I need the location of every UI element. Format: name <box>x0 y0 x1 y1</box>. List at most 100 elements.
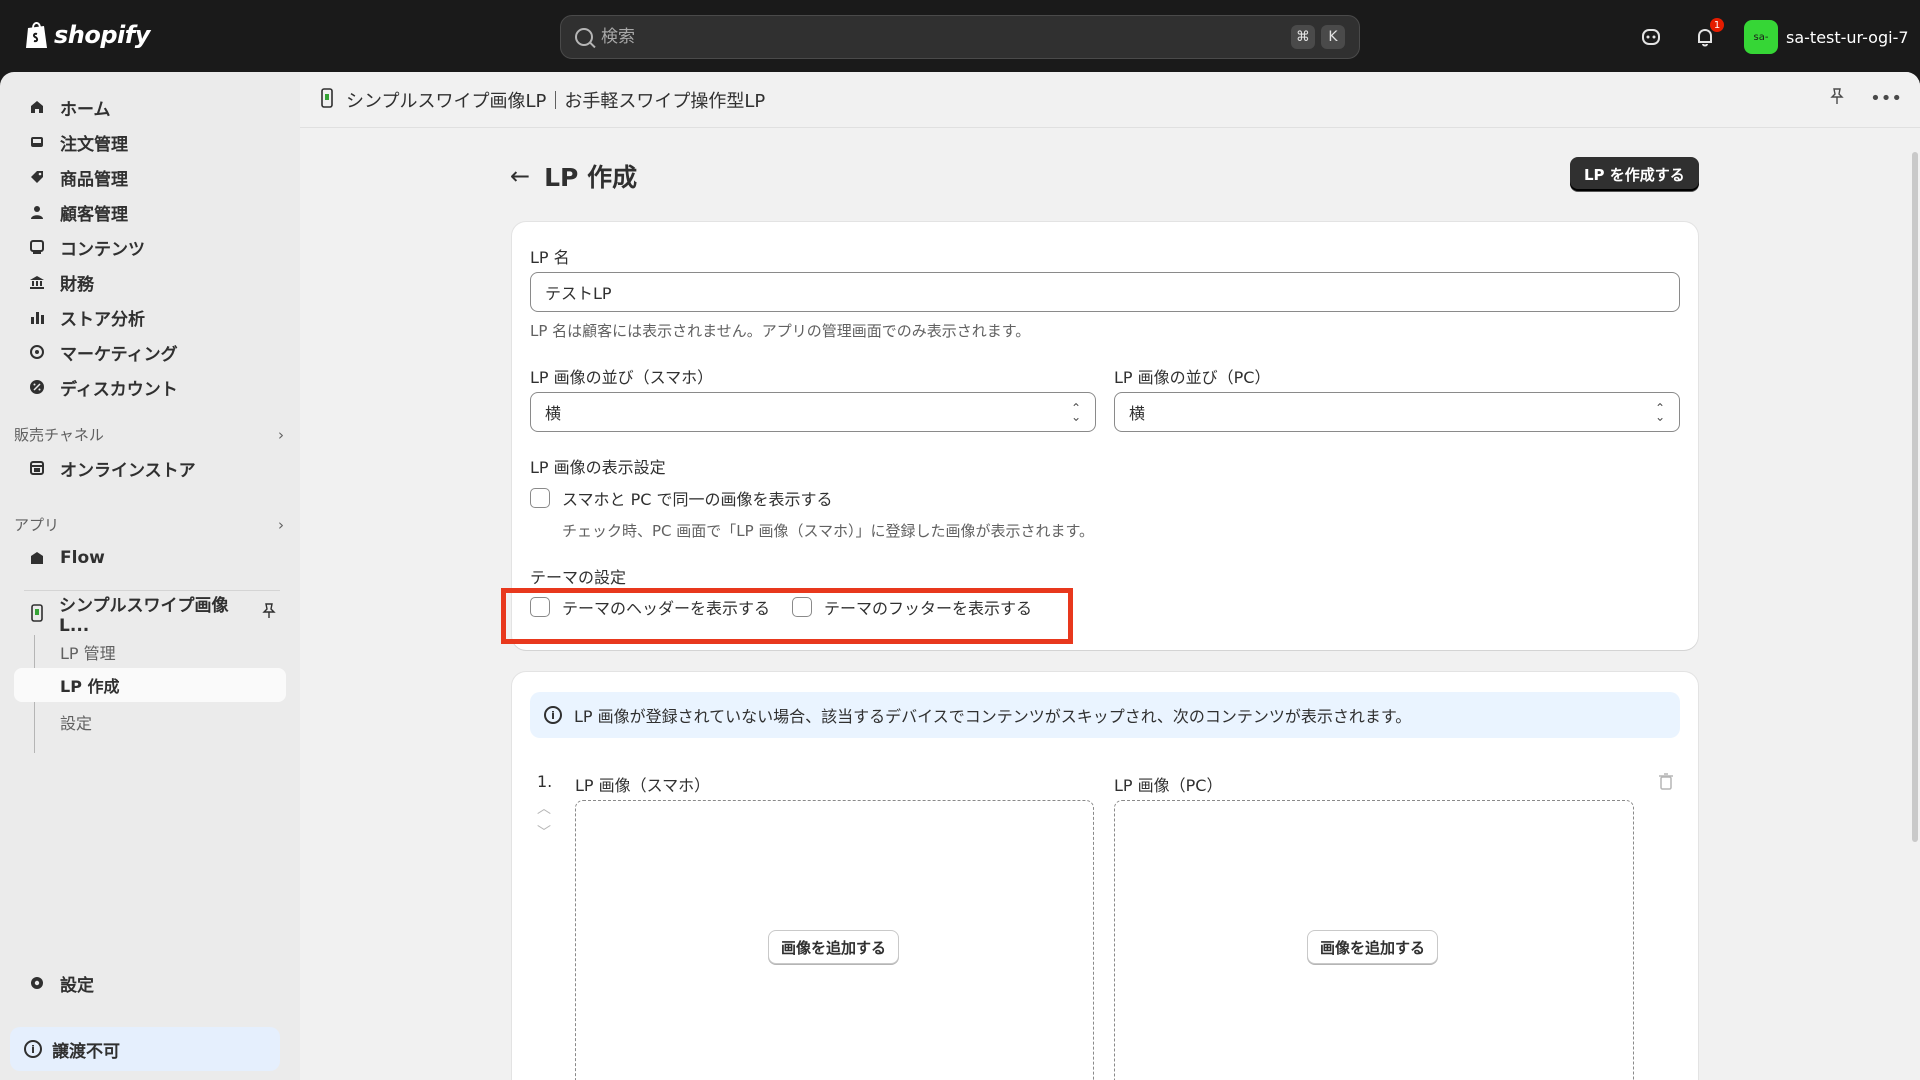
home-icon <box>28 98 46 116</box>
notification-bell-icon[interactable]: 1 <box>1692 18 1724 50</box>
shortcut-k-key: K <box>1321 25 1345 49</box>
add-pc-image-button[interactable]: 画像を追加する <box>1307 930 1439 964</box>
search-icon <box>575 28 593 46</box>
sidebar-subitem-settings[interactable]: 設定 <box>60 710 92 734</box>
pc-image-label: LP 画像（PC） <box>1114 776 1223 795</box>
person-icon <box>28 203 46 221</box>
sidebar-item-label: 商品管理 <box>60 169 128 190</box>
create-lp-button[interactable]: LP を作成する <box>1570 157 1699 191</box>
chevron-right-icon: › <box>278 425 284 444</box>
same-image-help: チェック時、PC 画面で「LP 画像（スマホ）」に登録した画像が表示されます。 <box>562 522 1095 540</box>
discount-icon <box>28 378 46 396</box>
page-title: LP 作成 <box>544 163 638 192</box>
sidebar-item-label: 注文管理 <box>60 134 128 155</box>
sales-channels-section[interactable]: 販売チャネル › <box>14 424 284 445</box>
same-image-option[interactable]: スマホと PC で同一の画像を表示する <box>530 486 833 510</box>
store-avatar: sa- <box>1744 20 1778 54</box>
sidebar-item-finance[interactable]: 財務 <box>14 265 286 299</box>
app-icon <box>320 87 334 112</box>
search-input[interactable] <box>601 27 1285 47</box>
sidebar-item-online-store[interactable]: オンラインストア <box>14 451 286 485</box>
lp-name-field[interactable]: テストLP <box>530 272 1680 312</box>
row-number: 1. <box>537 772 553 791</box>
sidebar-item-label: 顧客管理 <box>60 204 128 225</box>
sp-image-label: LP 画像（スマホ） <box>575 776 711 795</box>
pin-icon[interactable] <box>262 602 276 624</box>
scrollbar[interactable] <box>1912 152 1918 842</box>
select-caret-icon: ⌃ ⌃ <box>1070 401 1081 423</box>
store-icon <box>28 459 46 477</box>
order-pc-value: 横 <box>1129 404 1146 423</box>
back-arrow-icon[interactable]: ← <box>510 162 530 190</box>
shortcut-cmd-key: ⌘ <box>1291 25 1315 49</box>
sidebar-item-label: コンテンツ <box>60 239 145 260</box>
info-banner: i LP 画像が登録されていない場合、該当するデバイスでコンテンツがスキップされ… <box>530 692 1680 738</box>
same-image-label: スマホと PC で同一の画像を表示する <box>562 490 833 509</box>
sidebar-item-content[interactable]: コンテンツ <box>14 230 286 264</box>
chevron-right-icon: › <box>278 515 284 534</box>
store-menu[interactable]: sa- sa-test-ur-ogi-7 <box>1744 20 1909 54</box>
move-down-icon[interactable]: ﹀ <box>537 822 551 842</box>
sidebar-item-customers[interactable]: 顧客管理 <box>14 195 286 229</box>
order-sp-value: 横 <box>545 404 562 423</box>
main-content: シンプルスワイプ画像LP｜お手軽スワイプ操作型LP ••• ← LP 作成 LP… <box>300 72 1920 1080</box>
search-bar[interactable]: ⌘ K <box>560 15 1360 59</box>
sidebar-subitem-lp-create[interactable]: LP 作成 <box>14 668 286 702</box>
top-bar: shopify ⌘ K 1 sa- sa-test-ur-ogi-7 <box>0 0 1920 72</box>
sidebar-item-orders[interactable]: 注文管理 <box>14 125 286 159</box>
sidebar-item-analytics[interactable]: ストア分析 <box>14 300 286 334</box>
target-icon <box>28 343 46 361</box>
display-settings-label: LP 画像の表示設定 <box>530 458 666 477</box>
logo-text: shopify <box>54 21 150 49</box>
sidebar-item-label: 財務 <box>60 274 94 295</box>
sidebar-item-label: ディスカウント <box>60 379 178 400</box>
sidebar-item-label: マーケティング <box>60 344 178 365</box>
move-up-icon[interactable]: ︿ <box>537 798 551 818</box>
add-sp-image-button[interactable]: 画像を追加する <box>768 930 900 964</box>
sidebar-item-label: オンラインストア <box>60 460 196 481</box>
sidebar-item-discounts[interactable]: ディスカウント <box>14 370 286 404</box>
sidebar-item-flow[interactable]: Flow <box>14 541 286 575</box>
sidebar-item-settings[interactable]: 設定 <box>14 966 286 1000</box>
lp-name-label: LP 名 <box>530 248 570 267</box>
order-sp-label: LP 画像の並び（スマホ） <box>530 368 714 387</box>
info-icon: i <box>544 706 562 724</box>
sidebar-item-swipe-app[interactable]: シンプルスワイプ画像L... <box>14 596 286 636</box>
sidebar-item-products[interactable]: 商品管理 <box>14 160 286 194</box>
content-icon <box>28 238 46 256</box>
sidebar-item-label: Flow <box>60 548 105 568</box>
page-header: ← LP 作成 <box>510 158 637 194</box>
chart-icon <box>28 308 46 326</box>
non-transferable-notice[interactable]: i 譲渡不可 <box>10 1027 280 1071</box>
sidebar-item-label: シンプルスワイプ画像L... <box>59 595 229 636</box>
lp-images-card: i LP 画像が登録されていない場合、該当するデバイスでコンテンツがスキップされ… <box>512 672 1698 1080</box>
sidebar: ホーム 注文管理 商品管理 顧客管理 コンテンツ 財務 ストア分析 マーケティン… <box>0 72 300 1080</box>
more-options-icon[interactable]: ••• <box>1870 88 1902 111</box>
highlight-annotation <box>501 588 1073 644</box>
sidekick-icon[interactable] <box>1638 24 1664 50</box>
info-icon: i <box>24 1040 42 1058</box>
app-header: シンプルスワイプ画像LP｜お手軽スワイプ操作型LP ••• <box>300 72 1920 128</box>
order-pc-select[interactable]: 横 ⌃ ⌃ <box>1114 392 1680 432</box>
sidebar-item-label: ストア分析 <box>60 309 145 330</box>
sales-channels-label: 販売チャネル <box>14 426 104 444</box>
lp-settings-card: LP 名 テストLP LP 名は顧客には表示されません。アプリの管理画面でのみ表… <box>512 222 1698 650</box>
apps-section[interactable]: アプリ › <box>14 514 284 535</box>
same-image-checkbox[interactable] <box>530 488 550 508</box>
tag-icon <box>28 168 46 186</box>
pin-icon[interactable] <box>1830 88 1844 111</box>
shopify-logo[interactable]: shopify <box>24 20 150 50</box>
flow-icon <box>28 549 46 567</box>
gear-icon <box>28 974 46 992</box>
sidebar-item-marketing[interactable]: マーケティング <box>14 335 286 369</box>
sidebar-item-home[interactable]: ホーム <box>14 90 286 124</box>
apps-label: アプリ <box>14 516 60 534</box>
order-sp-select[interactable]: 横 ⌃ ⌃ <box>530 392 1096 432</box>
app-title: シンプルスワイプ画像LP｜お手軽スワイプ操作型LP <box>346 90 766 112</box>
lp-name-help: LP 名は顧客には表示されません。アプリの管理画面でのみ表示されます。 <box>530 322 1031 340</box>
trash-icon[interactable] <box>1658 772 1674 794</box>
notice-text: 譲渡不可 <box>52 1041 120 1062</box>
sidebar-subitem-lp-manage[interactable]: LP 管理 <box>60 640 116 664</box>
bank-icon <box>28 273 46 291</box>
shopify-bag-icon <box>26 22 47 48</box>
